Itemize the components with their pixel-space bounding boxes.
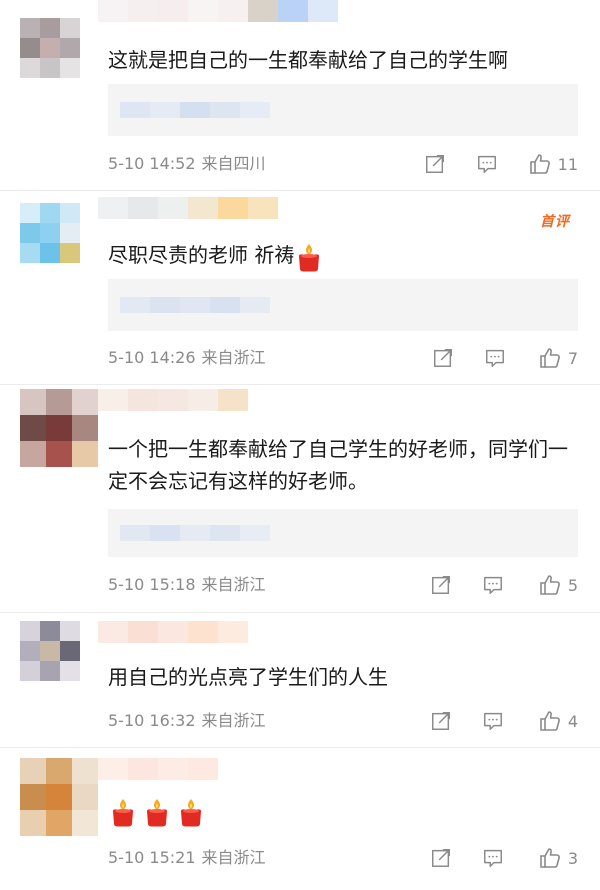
username-blurred[interactable]: [98, 621, 248, 643]
comment-location: 来自四川: [201, 154, 266, 173]
thumbs-up-icon: [538, 573, 562, 597]
share-button[interactable]: [430, 574, 452, 598]
username-blurred[interactable]: [98, 758, 218, 780]
comment-location: 来自浙江: [201, 348, 266, 367]
comment-meta: 5-10 15:21 来自浙江: [108, 846, 266, 870]
share-icon: [432, 347, 454, 369]
share-icon: [430, 574, 452, 596]
share-icon: [430, 710, 452, 732]
reply-icon: [482, 710, 504, 732]
comment-time: 5-10 14:52: [108, 154, 196, 173]
candle-emoji: [178, 797, 204, 827]
comment-text: 尽职尽责的老师 祈祷: [108, 239, 576, 272]
comment-item: 5-10 15:21 来自浙江 3: [0, 748, 600, 890]
like-button[interactable]: 11: [528, 152, 578, 176]
comment-meta: 5-10 16:32 来自浙江: [108, 709, 266, 733]
share-button[interactable]: [432, 347, 454, 371]
comment-location: 来自浙江: [201, 711, 266, 730]
comment-item: 用自己的光点亮了学生们的人生 5-10 16:32 来自浙江 4: [0, 613, 600, 747]
comment-text: 用自己的光点亮了学生们的人生: [108, 665, 388, 689]
like-count: 3: [567, 848, 578, 868]
candle-emoji: [110, 797, 136, 827]
reply-preview[interactable]: [108, 279, 578, 331]
comment-item: 一个把一生都奉献给了自己学生的好老师，同学们一定不会忘记有这样的好老师。 5-1…: [0, 385, 600, 612]
comment-meta: 5-10 14:26 来自浙江: [108, 346, 266, 370]
like-count: 7: [567, 348, 578, 368]
reply-button[interactable]: [482, 847, 504, 871]
share-button[interactable]: [424, 153, 446, 177]
candle-emoji: [144, 797, 170, 827]
comment-text-content: 尽职尽责的老师 祈祷: [108, 243, 295, 267]
avatar[interactable]: [20, 203, 80, 263]
reply-button[interactable]: [482, 574, 504, 598]
comment-text: 一个把一生都奉献给了自己学生的好老师，同学们一定不会忘记有这样的好老师。: [108, 437, 568, 493]
comment-time: 5-10 14:26: [108, 348, 196, 367]
reply-button[interactable]: [476, 153, 498, 177]
reply-icon: [482, 847, 504, 869]
thumbs-up-icon: [528, 152, 552, 176]
username-blurred[interactable]: [98, 0, 338, 22]
avatar[interactable]: [20, 621, 80, 681]
like-count: 4: [567, 711, 578, 731]
comment-item: 这就是把自己的一生都奉献给了自己的学生啊 5-10 14:52 来自四川 11: [0, 0, 600, 190]
comment-time: 5-10 15:18: [108, 575, 196, 594]
avatar[interactable]: [20, 389, 98, 467]
reply-preview[interactable]: [108, 509, 578, 557]
comment-time: 5-10 15:21: [108, 848, 196, 867]
like-button[interactable]: 5: [538, 573, 578, 597]
thumbs-up-icon: [538, 846, 562, 870]
share-button[interactable]: [430, 847, 452, 871]
candle-emoji: [296, 242, 322, 272]
like-count: 11: [557, 154, 578, 174]
share-icon: [424, 153, 446, 175]
like-button[interactable]: 3: [538, 846, 578, 870]
comment-emoji-row: [108, 794, 576, 826]
thumbs-up-icon: [538, 346, 562, 370]
reply-icon: [484, 347, 506, 369]
thumbs-up-icon: [538, 709, 562, 733]
like-count: 5: [567, 575, 578, 595]
comment-location: 来自浙江: [201, 848, 266, 867]
reply-icon: [482, 574, 504, 596]
avatar[interactable]: [20, 18, 80, 78]
comment-meta: 5-10 14:52 来自四川: [108, 152, 266, 176]
reply-icon: [476, 153, 498, 175]
reply-preview[interactable]: [108, 84, 578, 136]
first-comment-badge: 首评: [540, 214, 570, 230]
username-blurred[interactable]: [98, 389, 248, 411]
share-button[interactable]: [430, 710, 452, 734]
comment-item: 首评 尽职尽责的老师 祈祷 5-10 14:26 来自浙江 7: [0, 191, 600, 384]
avatar[interactable]: [20, 758, 98, 836]
like-button[interactable]: 4: [538, 709, 578, 733]
like-button[interactable]: 7: [538, 346, 578, 370]
reply-button[interactable]: [484, 347, 506, 371]
comment-text: 这就是把自己的一生都奉献给了自己的学生啊: [108, 48, 508, 72]
share-icon: [430, 847, 452, 869]
comment-meta: 5-10 15:18 来自浙江: [108, 573, 266, 597]
comment-time: 5-10 16:32: [108, 711, 196, 730]
comment-location: 来自浙江: [201, 575, 266, 594]
username-blurred[interactable]: [98, 197, 278, 219]
reply-button[interactable]: [482, 710, 504, 734]
